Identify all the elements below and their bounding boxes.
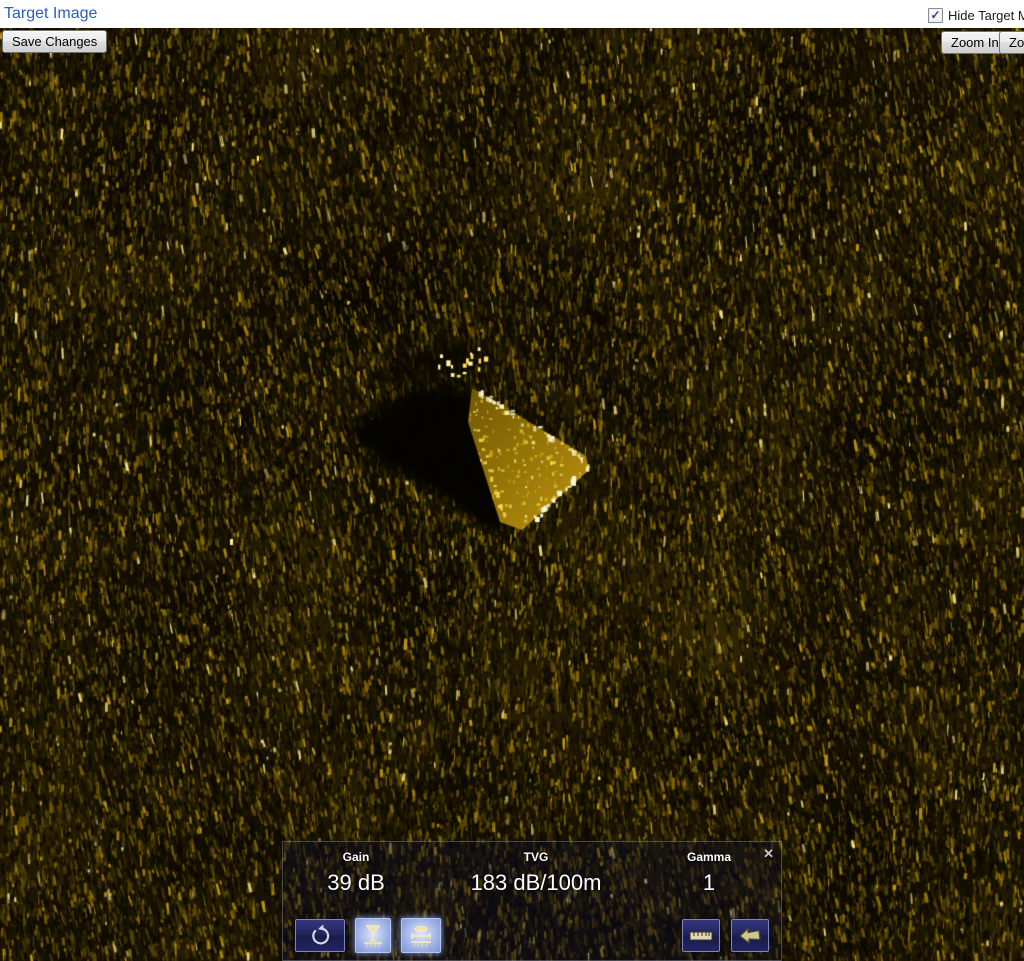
gain-value: 39 dB bbox=[256, 870, 456, 896]
measure-button[interactable] bbox=[682, 919, 720, 952]
tvg-control: TVG 183 dB/100m bbox=[436, 850, 636, 896]
adjustment-panel: ✕ Gain 39 dB TVG 183 dB/100m Gamma 1 bbox=[282, 841, 782, 961]
tvg-label: TVG bbox=[436, 850, 636, 864]
hull-mount-button[interactable] bbox=[401, 918, 441, 953]
reset-icon bbox=[306, 922, 334, 950]
gamma-value: 1 bbox=[609, 870, 809, 896]
pole-mount-button[interactable] bbox=[355, 918, 391, 953]
gamma-control: Gamma 1 bbox=[609, 850, 809, 896]
hide-target-checkbox[interactable]: ✓ bbox=[928, 8, 943, 23]
hide-target-control: ✓ Hide Target M bbox=[928, 8, 1024, 23]
hull-mount-icon bbox=[407, 922, 435, 950]
gain-control: Gain 39 dB bbox=[256, 850, 456, 896]
hide-target-label: Hide Target M bbox=[948, 8, 1024, 23]
ruler-icon bbox=[687, 924, 715, 948]
gain-label: Gain bbox=[256, 850, 456, 864]
pole-mount-icon bbox=[360, 922, 386, 950]
zoom-out-button[interactable]: Zoom Out bbox=[999, 31, 1024, 54]
tvg-value: 183 dB/100m bbox=[436, 870, 636, 896]
sonar-image[interactable] bbox=[0, 28, 1024, 961]
top-bar: Target Image ✓ Hide Target M bbox=[0, 0, 1024, 28]
gamma-label: Gamma bbox=[609, 850, 809, 864]
reset-button[interactable] bbox=[295, 919, 345, 952]
save-changes-button[interactable]: Save Changes bbox=[2, 30, 107, 53]
flag-icon bbox=[737, 923, 763, 949]
flag-button[interactable] bbox=[731, 919, 769, 952]
target-image-link[interactable]: Target Image bbox=[4, 5, 97, 23]
